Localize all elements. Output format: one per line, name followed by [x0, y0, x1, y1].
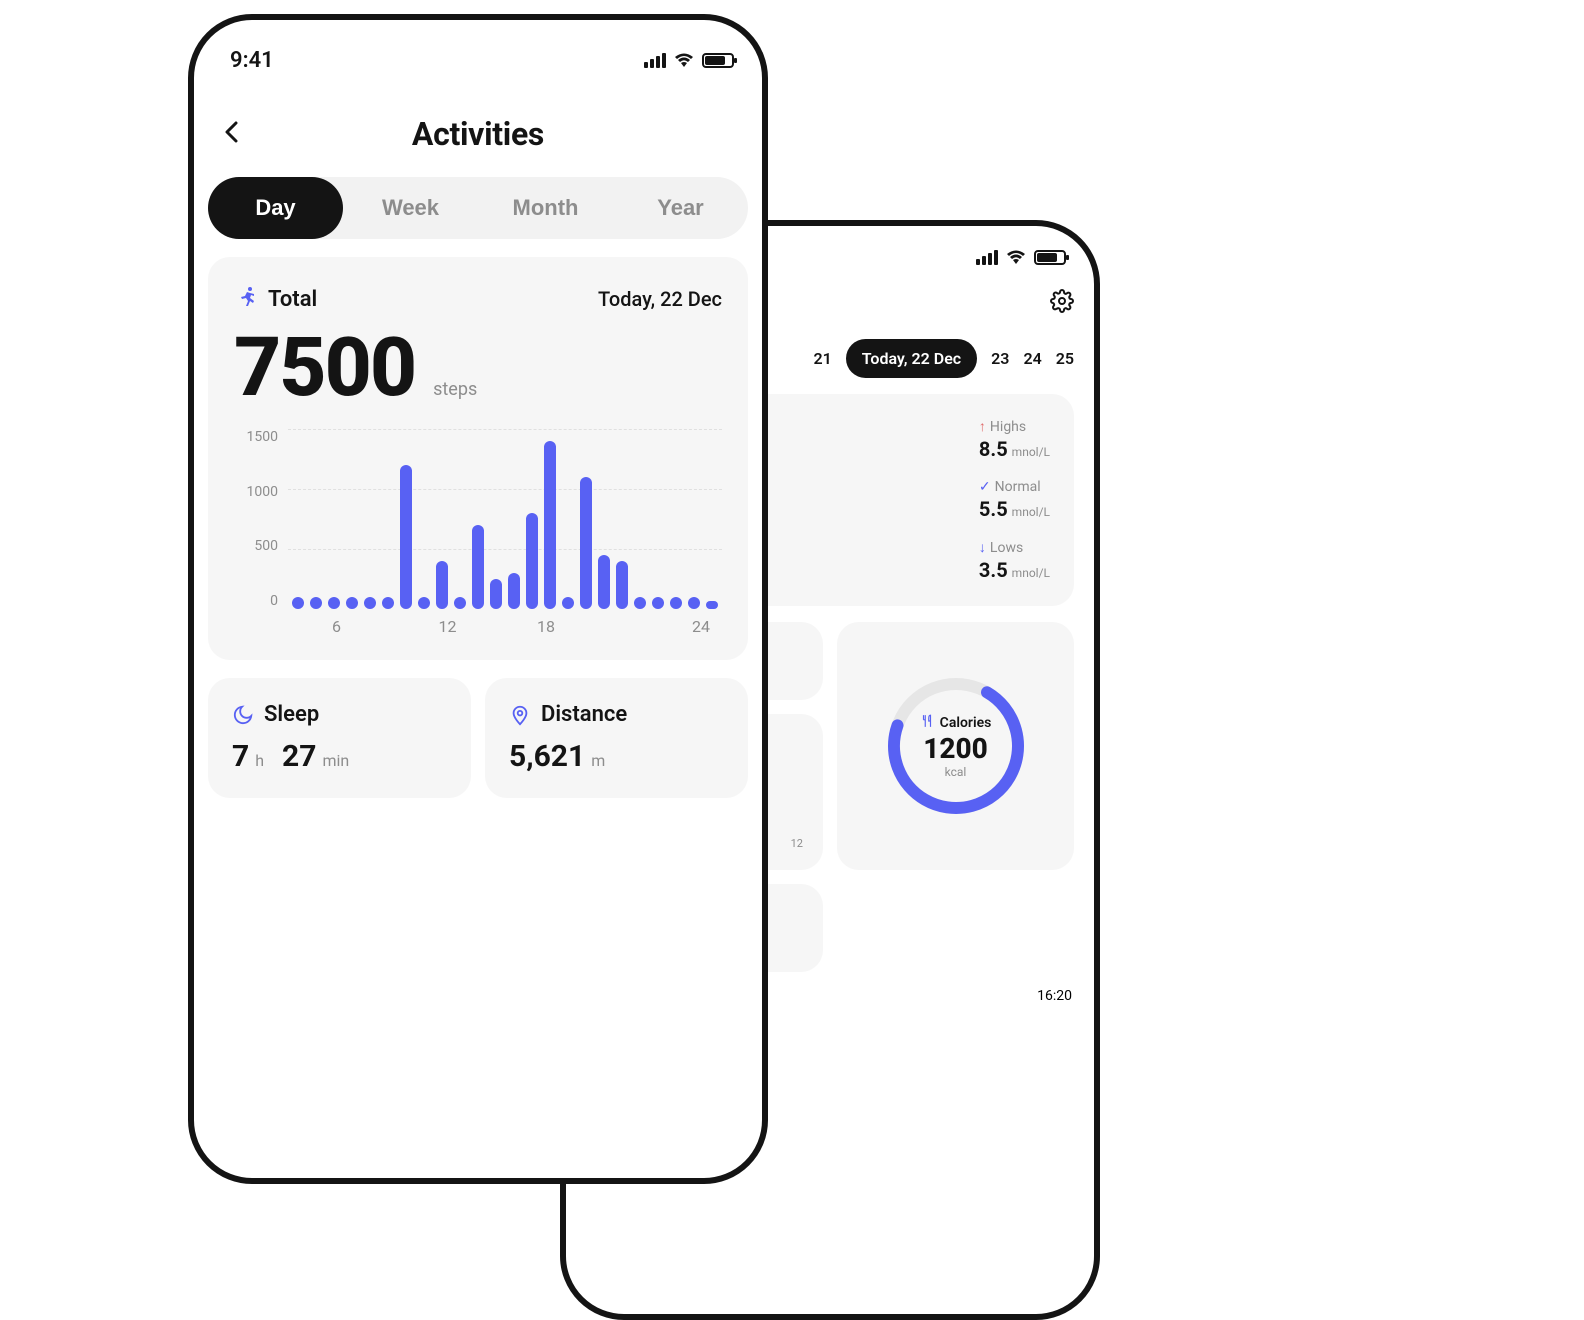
- calories-unit: kcal: [945, 765, 967, 779]
- calories-value: 1200: [923, 732, 988, 765]
- mini-x-12: 12: [791, 837, 803, 850]
- y-tick-1000: 1000: [234, 484, 288, 500]
- tab-week[interactable]: Week: [343, 177, 478, 239]
- period-segmented-control[interactable]: Day Week Month Year: [208, 177, 748, 239]
- battery-icon: [1034, 250, 1066, 265]
- sleep-hours-unit: h: [255, 751, 264, 770]
- wifi-icon: [1006, 250, 1026, 265]
- bars: [288, 429, 722, 609]
- status-icons: [976, 250, 1066, 265]
- calories-label: Calories: [940, 715, 992, 731]
- gear-icon[interactable]: [1050, 289, 1074, 317]
- total-unit: steps: [433, 379, 477, 400]
- glucose-ranges: ↑Highs 8.5 mnol/L ✓Normal 5.5 mnol/L ↓Lows…: [979, 418, 1050, 582]
- y-tick-500: 500: [234, 538, 288, 554]
- date-23[interactable]: 23: [991, 349, 1009, 368]
- status-icons: [644, 53, 734, 68]
- date-24[interactable]: 24: [1023, 349, 1041, 368]
- normal-value: 5.5: [979, 497, 1008, 521]
- distance-value: 5,621: [509, 739, 585, 774]
- x-tick-24: 24: [624, 617, 723, 636]
- sleep-label: Sleep: [264, 702, 319, 727]
- x-axis: 6 12 18 24: [288, 617, 722, 636]
- status-time: 9:41: [230, 48, 274, 73]
- fork-knife-icon: [920, 714, 934, 732]
- lows-value: 3.5: [979, 558, 1008, 582]
- sleep-hours: 7: [232, 739, 249, 774]
- moon-icon: [232, 704, 254, 726]
- after-lunch-time: 16:20: [1037, 988, 1072, 1004]
- metric-cards-row: Sleep 7 h 27 min Distance 5,621 m: [208, 678, 748, 798]
- activities-header: Activities: [194, 81, 762, 177]
- x-tick-12: 12: [419, 617, 526, 636]
- total-label: Total: [268, 287, 317, 312]
- normal-label: Normal: [995, 479, 1041, 495]
- tab-month[interactable]: Month: [478, 177, 613, 239]
- cellular-signal-icon: [976, 250, 998, 265]
- total-value: 7500: [234, 327, 415, 409]
- x-tick-6: 6: [288, 617, 419, 636]
- wifi-icon: [674, 53, 694, 68]
- lows-unit: mnol/L: [1012, 566, 1050, 580]
- arrow-down-icon: ↓: [979, 539, 986, 556]
- sleep-minutes: 27: [282, 739, 316, 774]
- status-bar: 9:41: [194, 20, 762, 81]
- x-tick-18: 18: [525, 617, 624, 636]
- check-icon: ✓: [979, 479, 991, 495]
- back-button[interactable]: [224, 121, 238, 149]
- distance-label: Distance: [541, 702, 627, 727]
- highs-label: Highs: [990, 419, 1026, 435]
- y-tick-1500: 1500: [234, 429, 288, 445]
- running-icon: [234, 285, 258, 313]
- pin-icon: [509, 704, 531, 726]
- total-date: Today, 22 Dec: [598, 287, 722, 311]
- tab-day[interactable]: Day: [208, 177, 343, 239]
- distance-unit: m: [591, 751, 605, 770]
- cellular-signal-icon: [644, 53, 666, 68]
- date-21[interactable]: 21: [813, 349, 831, 368]
- battery-icon: [702, 53, 734, 68]
- steps-chart: 1500 1000 500 0 6 12 18 24: [234, 429, 722, 636]
- phone-front: 9:41 Activities Day Week Month Year Tota…: [188, 14, 768, 1184]
- highs-value: 8.5: [979, 437, 1008, 461]
- y-axis: 1500 1000 500 0: [234, 429, 288, 609]
- page-title: Activities: [222, 115, 734, 153]
- date-selected[interactable]: Today, 22 Dec: [846, 339, 977, 378]
- normal-unit: mnol/L: [1012, 505, 1050, 519]
- date-25[interactable]: 25: [1056, 349, 1074, 368]
- distance-card[interactable]: Distance 5,621 m: [485, 678, 748, 798]
- tab-year[interactable]: Year: [613, 177, 748, 239]
- lows-label: Lows: [990, 540, 1023, 556]
- total-card[interactable]: Total Today, 22 Dec 7500 steps 1500 1000…: [208, 257, 748, 660]
- y-tick-0: 0: [234, 593, 288, 609]
- highs-unit: mnol/L: [1012, 445, 1050, 459]
- calories-tile[interactable]: Calories 1200 kcal: [837, 622, 1074, 870]
- arrow-up-icon: ↑: [979, 418, 986, 435]
- sleep-card[interactable]: Sleep 7 h 27 min: [208, 678, 471, 798]
- sleep-minutes-unit: min: [322, 751, 349, 770]
